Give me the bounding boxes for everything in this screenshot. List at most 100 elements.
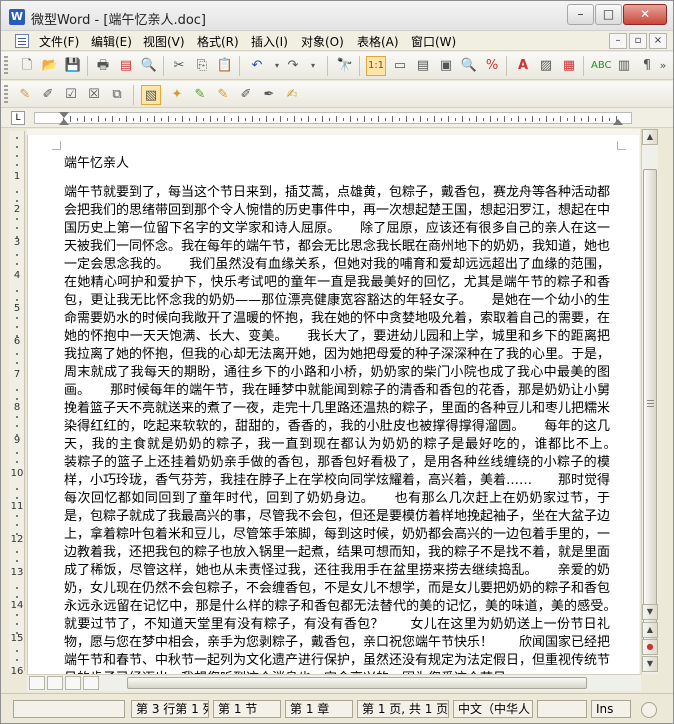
undo-icon[interactable]: ↶ — [247, 56, 267, 76]
zoom-icon[interactable]: 🔍 — [459, 56, 479, 76]
minimize-button[interactable]: – — [567, 4, 594, 25]
ruler-tick — [406, 116, 407, 122]
vertical-ruler-tick — [16, 362, 18, 364]
select-browse-object-button[interactable]: ● — [642, 639, 658, 655]
horizontal-ruler[interactable]: L — [1, 108, 673, 128]
underline-mark-icon[interactable]: ✎ — [213, 85, 233, 105]
hanging-indent-marker[interactable] — [59, 119, 69, 125]
copy-icon[interactable]: ⎘ — [192, 56, 212, 76]
status-blank-2 — [537, 700, 587, 718]
ruler-tick — [574, 116, 575, 122]
font-color-icon[interactable]: A — [513, 56, 533, 76]
note-icon[interactable]: ✍ — [282, 85, 302, 105]
ruler-tick — [252, 116, 253, 122]
menu-insert[interactable]: 插入(I) — [251, 33, 288, 50]
vertical-ruler-tick — [16, 587, 18, 589]
insert-picture-icon[interactable]: ▨ — [536, 56, 556, 76]
first-line-indent-marker[interactable] — [59, 112, 69, 118]
ruler-tick — [357, 118, 358, 121]
vertical-ruler-tick — [16, 317, 18, 319]
doc-close-button[interactable]: × — [649, 33, 667, 49]
compare-icon[interactable]: ⧉ — [107, 85, 127, 105]
normal-view-icon[interactable]: ▭ — [390, 56, 410, 76]
toolbar-grip[interactable] — [4, 85, 8, 105]
redo-dropdown-icon[interactable]: ▾ — [303, 56, 323, 76]
ruler-tick — [203, 118, 204, 121]
highlight-icon[interactable]: ✎ — [190, 85, 210, 105]
menu-object[interactable]: 对象(O) — [301, 33, 344, 50]
ruler-tick — [399, 118, 400, 121]
star-icon[interactable]: ✦ — [167, 85, 187, 105]
crop-mark — [617, 141, 626, 150]
outline-view-button[interactable] — [83, 676, 99, 690]
find-icon[interactable]: 🔭 — [335, 56, 355, 76]
web-view-icon[interactable]: ▣ — [436, 56, 456, 76]
vertical-ruler-number: 3 — [13, 237, 21, 248]
style-edit-icon[interactable]: ✎ — [15, 85, 35, 105]
track-change-icon[interactable]: ✐ — [38, 85, 58, 105]
menu-table[interactable]: 表格(A) — [357, 33, 399, 50]
window-title: 微型Word - [端午忆亲人.doc] — [31, 13, 206, 28]
scroll-up-button[interactable]: ▲ — [642, 129, 658, 145]
vertical-ruler-tick — [16, 461, 18, 463]
spell-check-icon[interactable]: ABC — [591, 56, 612, 76]
percent-icon[interactable]: % — [482, 56, 502, 76]
insert-table-icon[interactable]: ▦ — [559, 56, 579, 76]
document-menu-icon[interactable] — [15, 34, 29, 48]
reject-change-icon[interactable]: ☒ — [84, 85, 104, 105]
zoom-slider-icon[interactable] — [641, 702, 657, 718]
menu-format[interactable]: 格式(R) — [197, 33, 239, 50]
open-folder-icon[interactable]: 📂 — [40, 56, 60, 76]
ruler-tick — [420, 116, 421, 122]
print-preview-icon[interactable]: 🔍 — [139, 56, 159, 76]
next-page-button[interactable]: ▼ — [642, 656, 658, 672]
accept-change-icon[interactable]: ☑ — [61, 85, 81, 105]
close-button[interactable]: ✕ — [623, 4, 667, 25]
doc-restore-button[interactable]: ▫ — [629, 33, 647, 49]
vertical-ruler-tick — [16, 425, 18, 427]
vertical-ruler-tick — [16, 614, 18, 616]
menu-file[interactable]: 文件(F) — [39, 33, 79, 50]
document-page[interactable]: 端午忆亲人 端午节就要到了，每当这个节日来到，插艾蒿，点雄黄，包粽子，戴香包，赛… — [27, 135, 639, 674]
ruler-tick — [504, 116, 505, 122]
toolbar-grip[interactable] — [4, 56, 8, 76]
horizontal-scroll-thumb[interactable] — [127, 677, 587, 689]
horizontal-scrollbar[interactable] — [27, 674, 641, 691]
vertical-ruler-tick — [16, 290, 18, 292]
menu-view[interactable]: 视图(V) — [143, 33, 185, 50]
cut-icon[interactable]: ✂ — [169, 56, 189, 76]
columns-icon[interactable]: ▥ — [614, 56, 634, 76]
redo-icon[interactable]: ↷ — [283, 56, 303, 76]
paste-icon[interactable]: 📋 — [215, 56, 235, 76]
toolbar-more-icon[interactable]: » — [653, 56, 673, 76]
menu-window[interactable]: 窗口(W) — [411, 33, 456, 50]
pdf-icon[interactable]: ▤ — [116, 56, 136, 76]
save-icon[interactable]: 💾 — [63, 56, 83, 76]
bookmark-icon[interactable]: ✐ — [236, 85, 256, 105]
right-indent-marker[interactable] — [613, 119, 623, 125]
ruler-tick — [98, 116, 99, 122]
scroll-thumb[interactable] — [643, 169, 657, 649]
outline-view-icon[interactable]: ▤ — [413, 56, 433, 76]
doc-minimize-button[interactable]: – — [609, 33, 627, 49]
print-layout-button[interactable] — [65, 676, 81, 690]
new-doc-icon[interactable]: 🗋 — [17, 56, 37, 76]
tab-stop-selector[interactable]: L — [11, 111, 25, 125]
scroll-down-button[interactable]: ▼ — [642, 604, 658, 620]
pen-icon[interactable]: ✒ — [259, 85, 279, 105]
vertical-ruler-tick — [16, 137, 18, 139]
normal-view-button[interactable] — [29, 676, 45, 690]
menu-bar: 文件(F) 编辑(E) 视图(V) 格式(R) 插入(I) 对象(O) 表格(A… — [1, 31, 673, 51]
maximize-button[interactable]: □ — [595, 4, 622, 25]
ruler-tick — [469, 118, 470, 121]
ruler-tick — [322, 116, 323, 122]
standard-toolbar: 🗋 📂 💾 🖶 ▤ 🔍 ✂ ⎘ 📋 ↶ ▾ ↷ ▾ 🔭 1:1 ▭ ▤ ▣ 🔍 … — [1, 52, 673, 80]
print-icon[interactable]: 🖶 — [93, 56, 113, 76]
web-layout-button[interactable] — [47, 676, 63, 690]
copy-format-icon[interactable]: ▧ — [141, 85, 161, 105]
menu-edit[interactable]: 编辑(E) — [91, 33, 132, 50]
ruler-tick — [182, 116, 183, 122]
prev-page-button[interactable]: ▲ — [642, 622, 658, 638]
vertical-scrollbar[interactable]: ▲ ▼ ▲ ● ▼ — [641, 129, 658, 674]
page-view-icon[interactable]: 1:1 — [366, 56, 386, 76]
